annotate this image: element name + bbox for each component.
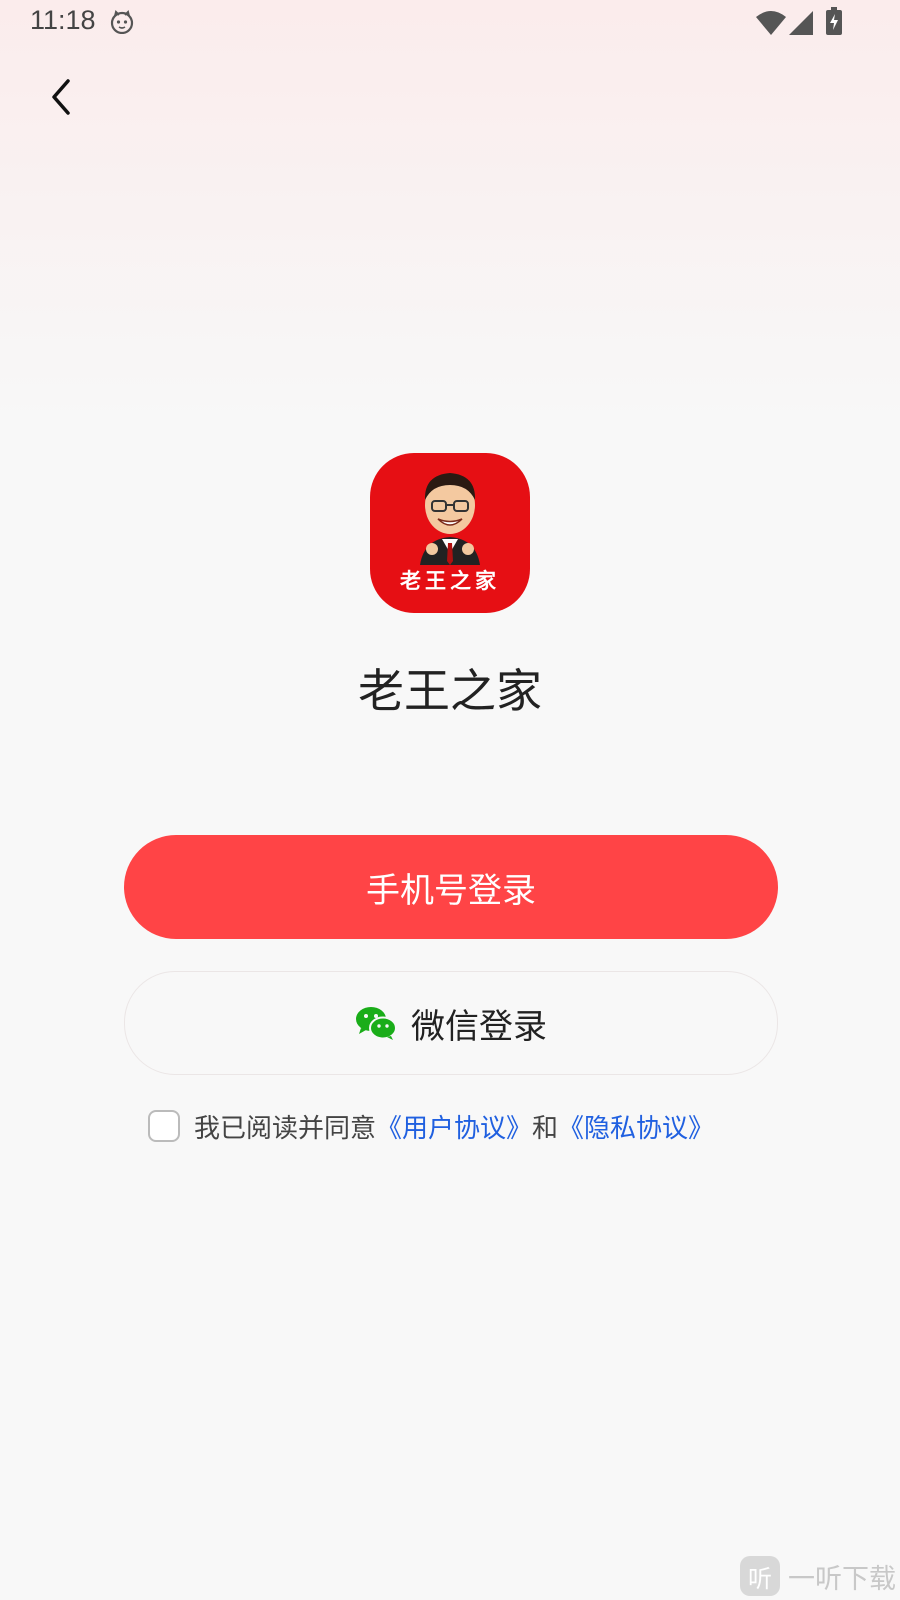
privacy-agreement-link[interactable]: 《隐私协议》 [558,1108,714,1145]
phone-login-label: 手机号登录 [366,870,536,911]
status-time: 11:18 [30,5,96,35]
wechat-login-button[interactable]: 微信登录 [124,971,778,1075]
status-bar: 11:18 [0,0,900,48]
wifi-icon [756,11,786,35]
signal-icon [789,11,813,35]
agreement-conjunction: 和 [532,1113,559,1144]
logo-caption: 老王之家 [400,568,500,593]
back-button[interactable] [40,72,84,122]
app-logo: 老王之家 [370,453,530,613]
phone-login-button[interactable]: 手机号登录 [124,835,778,939]
watermark-text: 一听下载 [788,1563,896,1595]
watermark: 听 一听下载 [740,1556,896,1596]
agreement-row: 我已阅读并同意 《用户协议》 和 《隐私协议》 [148,1108,714,1144]
watermark-logo: 听 [740,1556,780,1596]
app-name: 老王之家 [358,664,542,718]
chevron-left-icon [52,79,70,115]
agreement-prefix: 我已阅读并同意 [194,1113,377,1144]
wechat-icon [356,1007,397,1040]
user-agreement-link[interactable]: 《用户协议》 [376,1108,532,1145]
agreement-checkbox[interactable] [148,1110,180,1142]
battery-charging-icon [826,7,842,35]
wechat-login-label: 微信登录 [411,1006,547,1047]
cat-notification-icon [110,10,134,34]
